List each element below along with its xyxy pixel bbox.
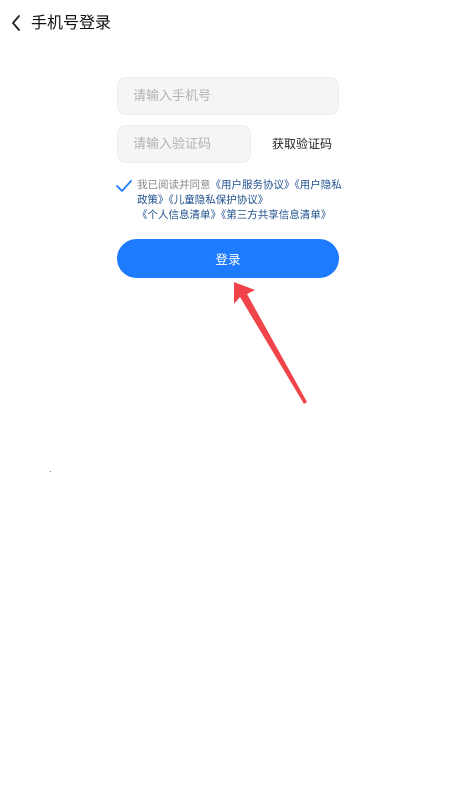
annotation-arrow-icon (234, 282, 307, 404)
checkmark-icon (116, 180, 132, 192)
stray-dot (50, 471, 51, 472)
chevron-left-icon (12, 15, 20, 31)
third-party-sharing-list-link[interactable]: 《第三方共享信息清单》 (221, 209, 331, 221)
phone-input[interactable] (117, 77, 339, 115)
agreement-checkbox[interactable] (115, 178, 133, 194)
page-title: 手机号登录 (31, 13, 112, 32)
get-code-button[interactable]: 获取验证码 (272, 136, 332, 153)
child-privacy-agreement-link[interactable]: 《儿童隐私保护协议》 (169, 194, 269, 206)
personal-info-list-link[interactable]: 《个人信息清单》 (137, 209, 221, 221)
agreement-text: 我已阅读并同意《用户服务协议》《用户隐私政策》《儿童隐私保护协议》《个人信息清单… (137, 178, 342, 223)
verification-code-input[interactable] (117, 125, 251, 163)
header: 手机号登录 (0, 0, 455, 48)
login-page: 手机号登录 获取验证码 我已阅读并同意《用户服务协议》《用户隐私政策》《儿童隐私… (0, 0, 455, 791)
user-service-agreement-link[interactable]: 《用户服务协议》 (211, 179, 295, 191)
agreement-prefix: 我已阅读并同意 (137, 179, 211, 191)
back-button[interactable] (6, 10, 28, 36)
